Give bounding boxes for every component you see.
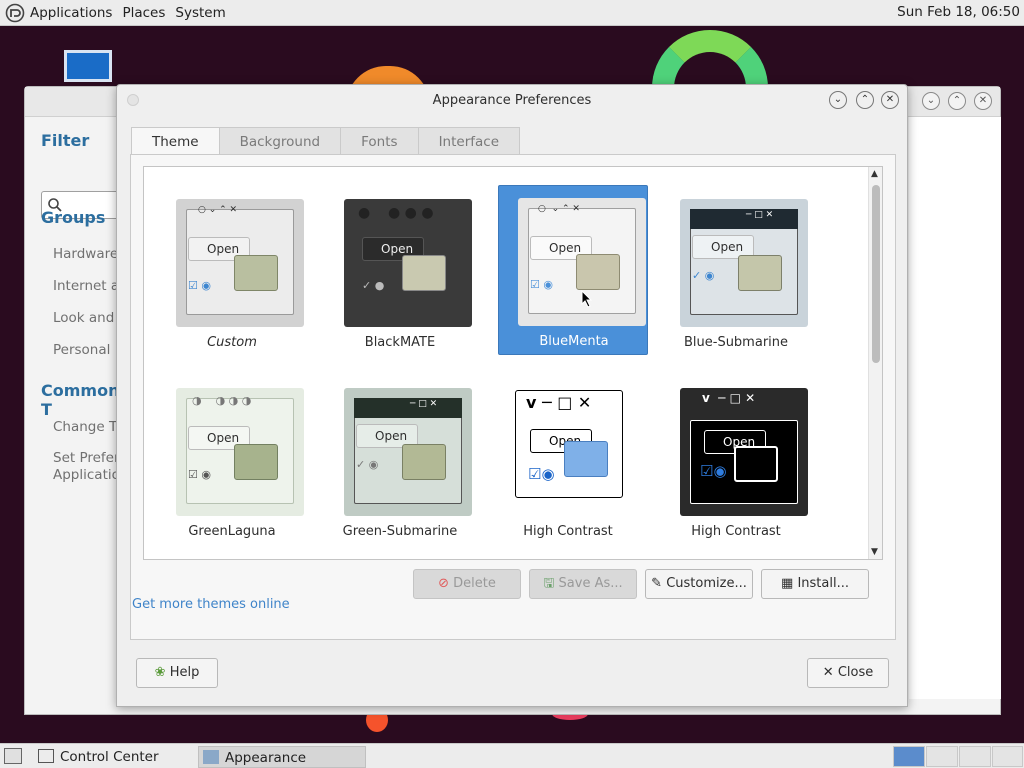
group-item-hardware[interactable]: Hardware	[53, 246, 118, 262]
install-label: Install...	[797, 576, 849, 591]
help-button[interactable]: ❀ Help	[136, 658, 218, 688]
common-item-applications[interactable]: Applicatio	[53, 467, 120, 483]
close-button[interactable]: ✕	[974, 92, 992, 110]
theme-preview: ○ ⌄ ⌃ ✕ Open ☑ ◉	[176, 199, 304, 327]
help-icon: ❀	[154, 665, 166, 680]
scrollbar-thumb[interactable]	[872, 185, 880, 363]
theme-item-custom[interactable]: ○ ⌄ ⌃ ✕ Open ☑ ◉ Custom	[157, 187, 307, 357]
scroll-up-arrow-icon[interactable]: ▲	[871, 169, 878, 179]
top-panel: Applications Places System Sun Feb 18, 0…	[0, 0, 1024, 26]
show-desktop-icon[interactable]	[4, 748, 22, 764]
control-center-content	[909, 117, 1001, 699]
tab-background[interactable]: Background	[219, 127, 342, 155]
group-item-personal[interactable]: Personal	[53, 342, 110, 358]
folder-icon	[402, 255, 446, 291]
theme-tab-panel: ○ ⌄ ⌃ ✕ Open ☑ ◉ Custom ● ● ● ● Open ✓ ●…	[130, 154, 896, 640]
scroll-down-arrow-icon[interactable]: ▼	[871, 547, 878, 557]
install-button[interactable]: ▦ Install...	[761, 569, 869, 599]
maximize-button[interactable]: ⌃	[856, 91, 874, 109]
theme-preview: ─ □ ✕ Open ✓ ◉	[344, 388, 472, 516]
dialog-title: Appearance Preferences	[432, 93, 592, 108]
theme-item-bluementa[interactable]: ○ ⌄ ⌃ ✕ Open ☑ ◉ BlueMenta	[498, 185, 648, 355]
theme-list-scrollbar[interactable]: ▲ ▼	[868, 167, 882, 559]
workspace-2[interactable]	[926, 746, 958, 767]
maximize-button[interactable]: ⌃	[948, 92, 966, 110]
customize-button[interactable]: ✎ Customize...	[645, 569, 753, 599]
folder-icon	[564, 441, 608, 477]
close-window-button[interactable]: ✕	[881, 91, 899, 109]
close-icon: ✕	[822, 665, 834, 680]
mate-logo-icon[interactable]	[5, 3, 25, 23]
mouse-cursor-icon	[581, 290, 593, 308]
theme-label: BlackMATE	[364, 335, 436, 350]
workspace-1[interactable]	[893, 746, 925, 767]
folder-icon	[402, 444, 446, 480]
customize-label: Customize...	[666, 576, 747, 591]
save-as-label: Save As...	[558, 576, 623, 591]
save-as-button[interactable]: 🖫 Save As...	[529, 569, 637, 599]
theme-preview: v ─ □ ✕ Open ☑◉	[515, 390, 623, 498]
workspace-3[interactable]	[959, 746, 991, 767]
close-label: Close	[837, 665, 874, 680]
delete-icon: ⊘	[438, 576, 450, 591]
save-icon: 🖫	[543, 576, 555, 591]
close-button[interactable]: ✕ Close	[807, 658, 889, 688]
folder-icon	[234, 444, 278, 480]
delete-button[interactable]: ⊘ Delete	[413, 569, 521, 599]
theme-preview: ─ □ ✕ Open ✓ ◉	[680, 199, 808, 327]
theme-item-blackmate[interactable]: ● ● ● ● Open ✓ ● BlackMATE	[325, 187, 475, 357]
tab-fonts[interactable]: Fonts	[341, 127, 419, 155]
theme-label: High Contrast	[691, 524, 781, 539]
delete-label: Delete	[453, 576, 496, 591]
tab-interface[interactable]: Interface	[418, 127, 521, 155]
theme-label: High Contrast	[523, 524, 613, 539]
get-more-themes-link[interactable]: Get more themes online	[132, 597, 290, 612]
help-label: Help	[169, 665, 200, 680]
theme-item-green-submarine[interactable]: ─ □ ✕ Open ✓ ◉ Green-Submarine	[325, 376, 475, 546]
bottom-taskbar: Control Center Appearance Prefere...	[0, 743, 1024, 768]
task-label: Control Center	[60, 749, 159, 765]
applications-menu[interactable]: Applications	[25, 5, 117, 21]
filter-heading: Filter	[41, 131, 90, 150]
theme-label: Blue-Submarine	[683, 335, 789, 350]
common-item-change-theme[interactable]: Change Th	[53, 419, 126, 435]
folder-icon	[234, 255, 278, 291]
task-control-center[interactable]: Control Center	[34, 746, 194, 768]
install-icon: ▦	[781, 576, 794, 591]
theme-label: GreenLaguna	[188, 524, 276, 539]
appearance-icon	[203, 750, 219, 764]
groups-heading: Groups	[41, 208, 106, 227]
group-item-internet[interactable]: Internet ar	[53, 278, 125, 294]
workspace-4[interactable]	[992, 746, 1023, 767]
theme-preview: v ─ □ ✕ Open ☑◉	[680, 388, 808, 516]
minimize-button[interactable]: ⌄	[829, 91, 847, 109]
theme-label: Custom	[207, 335, 257, 350]
theme-item-high-contrast[interactable]: v ─ □ ✕ Open ☑◉ High Contrast	[493, 376, 643, 546]
theme-preview: ● ● ● ● Open ✓ ●	[344, 199, 472, 327]
theme-item-greenlaguna[interactable]: ◑ ◑ ◑ ◑ Open ☑ ◉ GreenLaguna	[157, 376, 307, 546]
places-menu[interactable]: Places	[117, 5, 170, 21]
theme-item-blue-submarine[interactable]: ─ □ ✕ Open ✓ ◉ Blue-Submarine	[661, 187, 811, 357]
theme-label: BlueMenta	[539, 334, 609, 349]
theme-grid: ○ ⌄ ⌃ ✕ Open ☑ ◉ Custom ● ● ● ● Open ✓ ●…	[143, 166, 883, 560]
task-appearance-preferences[interactable]: Appearance Prefere...	[198, 746, 366, 768]
folder-icon	[734, 446, 778, 482]
folder-icon	[738, 255, 782, 291]
minimize-button[interactable]: ⌄	[922, 92, 940, 110]
tab-theme[interactable]: Theme	[131, 127, 220, 157]
control-center-icon	[38, 749, 54, 763]
computer-desktop-icon[interactable]	[64, 50, 112, 82]
customize-icon: ✎	[651, 576, 663, 591]
theme-item-high-contrast-inverse[interactable]: v ─ □ ✕ Open ☑◉ High Contrast	[661, 376, 811, 546]
folder-icon	[576, 254, 620, 290]
theme-preview: ◑ ◑ ◑ ◑ Open ☑ ◉	[176, 388, 304, 516]
system-menu[interactable]: System	[170, 5, 230, 21]
theme-label: Green-Submarine	[342, 524, 458, 539]
clock[interactable]: Sun Feb 18, 06:50	[897, 4, 1020, 20]
appearance-preferences-dialog: Appearance Preferences ⌄ ⌃ ✕ Theme Backg…	[116, 84, 908, 707]
preferences-tabs: Theme Background Fonts Interface	[131, 127, 521, 157]
